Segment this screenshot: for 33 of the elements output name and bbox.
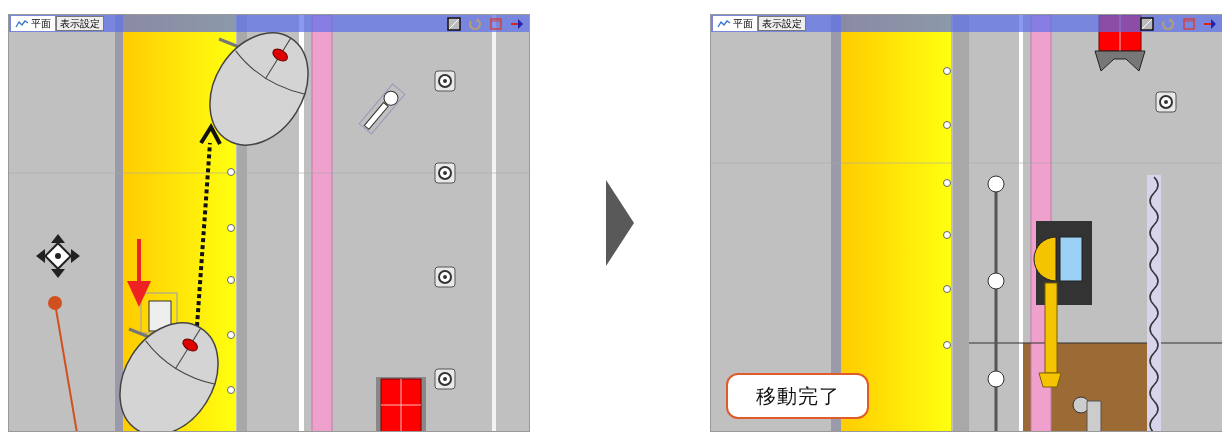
- move-icon: [36, 234, 80, 278]
- graph-icon: [717, 19, 731, 28]
- joint-marker: [227, 168, 235, 176]
- joint-marker: [227, 224, 235, 232]
- target-icon: [434, 266, 456, 288]
- down-arrow: [127, 239, 151, 307]
- exit-arrow-icon[interactable]: [510, 16, 524, 31]
- target-icon: [1155, 91, 1177, 113]
- robot-arm-drawing: [358, 83, 406, 135]
- graph-icon: [15, 19, 29, 28]
- view-tab[interactable]: 表示設定: [56, 16, 104, 31]
- joint-marker: [227, 276, 235, 284]
- joint-marker: [943, 285, 951, 293]
- target-icon: [434, 162, 456, 184]
- image-icon[interactable]: [1140, 16, 1154, 31]
- joint-marker: [943, 231, 951, 239]
- target-icon: [434, 368, 456, 390]
- joint-marker: [943, 341, 951, 349]
- target-icon: [434, 70, 456, 92]
- view-tab[interactable]: 表示設定: [758, 16, 806, 31]
- joint-marker: [227, 386, 235, 394]
- mouse-icon: [119, 322, 219, 431]
- view-tab[interactable]: 平面: [713, 16, 757, 31]
- vehicle-drawing: [376, 377, 426, 431]
- status-callout: 移動完了: [726, 373, 869, 419]
- joint-marker: [943, 179, 951, 187]
- view-tab[interactable]: 平面: [11, 16, 55, 31]
- image-icon[interactable]: [447, 16, 461, 31]
- exit-arrow-icon[interactable]: [1203, 16, 1217, 31]
- joint-marker: [227, 331, 235, 339]
- mouse-icon: [209, 32, 309, 146]
- joint-marker: [943, 67, 951, 75]
- joint-marker: [943, 121, 951, 129]
